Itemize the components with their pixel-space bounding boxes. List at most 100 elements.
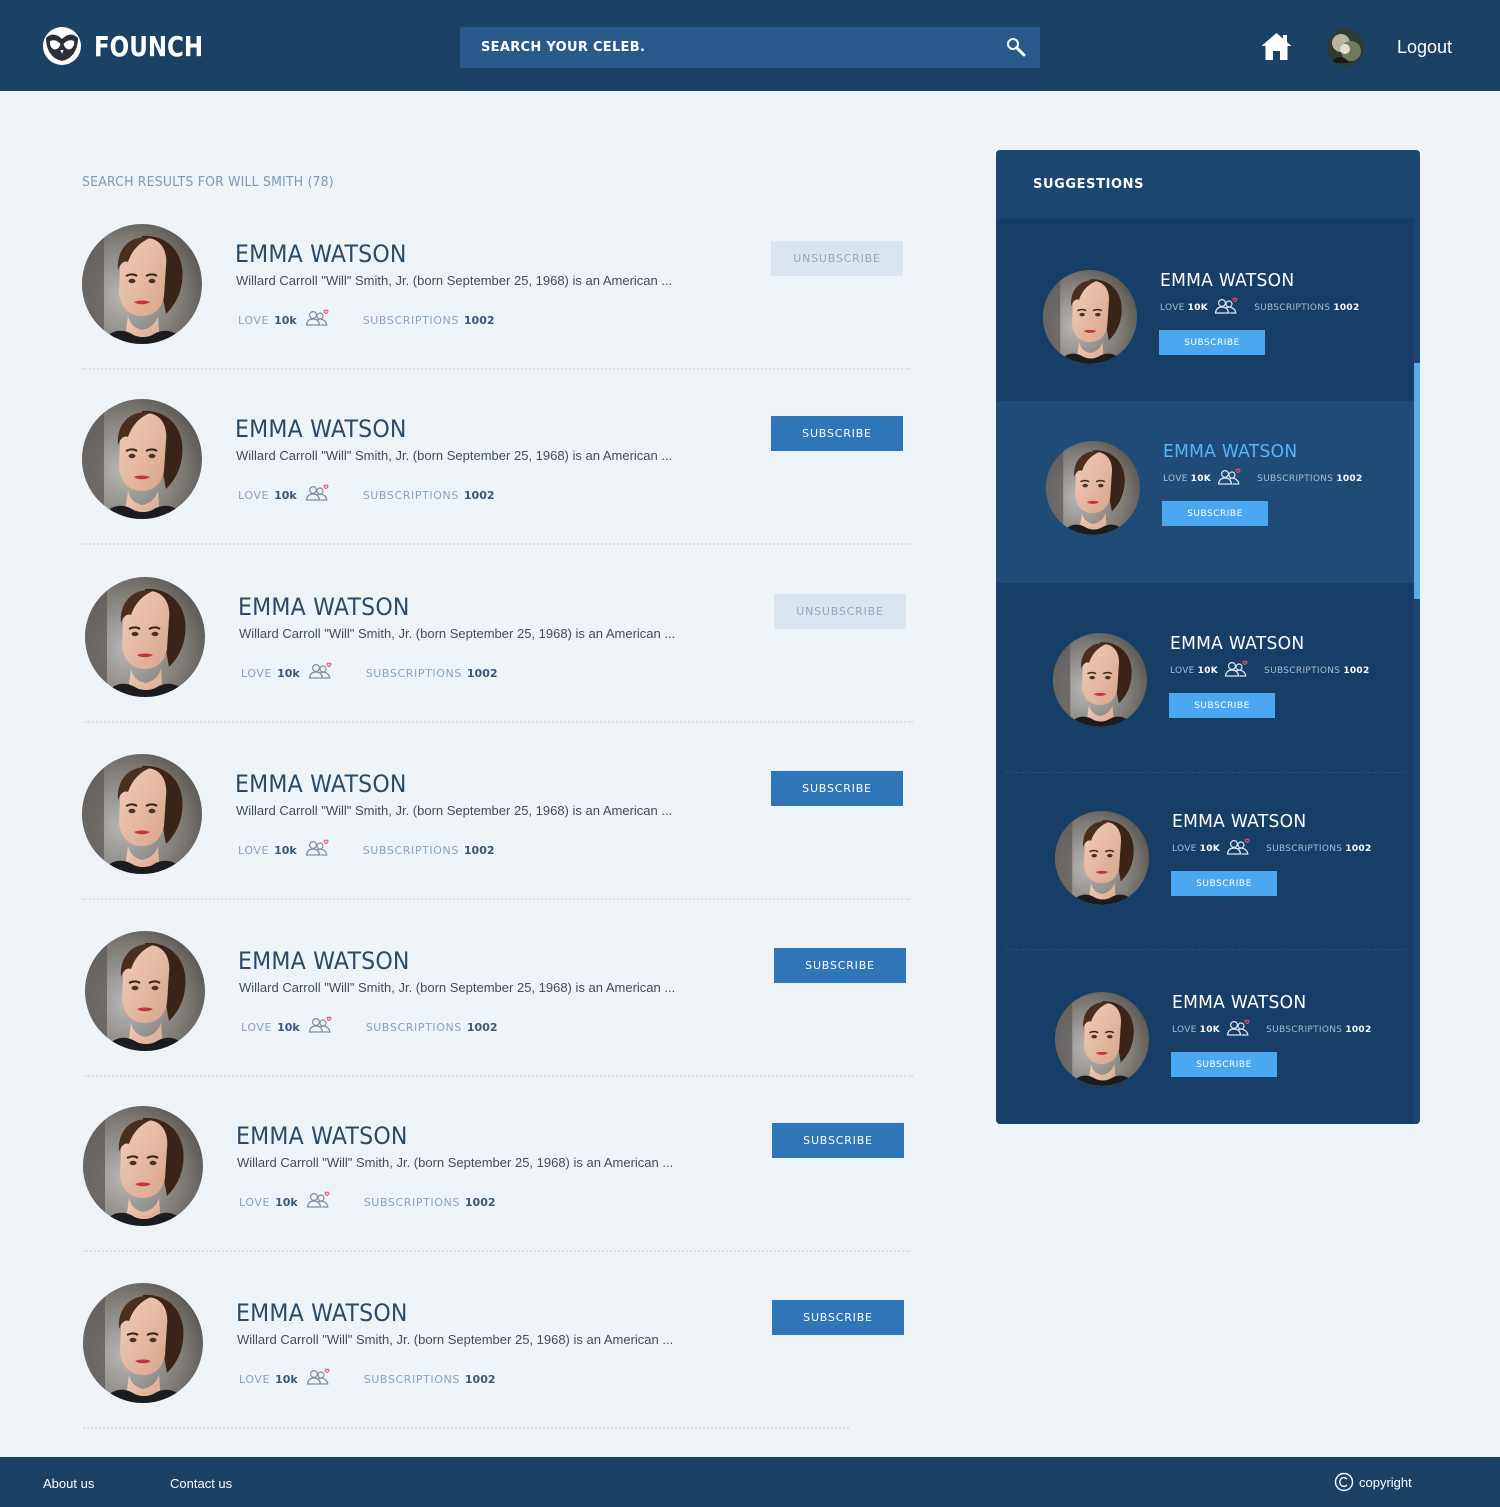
subscriptions-label: SUBSCRIPTIONS — [1266, 1025, 1343, 1035]
subscribe-button[interactable]: SUBSCRIBE — [772, 1123, 904, 1158]
suggestions-panel: SUGGESTIONS EMMA WATSON LOVE 10K SUBSCRI… — [996, 150, 1420, 1124]
celebrity-name[interactable]: EMMA WATSON — [235, 415, 407, 443]
subscriptions-label: SUBSCRIPTIONS — [1266, 844, 1343, 854]
celebrity-bio: Willard Carroll "Will" Smith, Jr. (born … — [236, 273, 673, 288]
suggestion-name[interactable]: EMMA WATSON — [1172, 992, 1306, 1013]
suggestion-card: EMMA WATSON LOVE 10K SUBSCRIPTIONS 1002 … — [996, 218, 1414, 401]
brand-logo[interactable]: FOUNCH — [42, 25, 227, 67]
subscribe-button[interactable]: SUBSCRIBE — [771, 416, 903, 451]
love-count: 10K — [1199, 1025, 1221, 1035]
result-stats: LOVE 10k SUBSCRIPTIONS 1002 — [239, 1373, 496, 1386]
love-count: 10K — [1190, 474, 1212, 484]
subscriptions-count: 1002 — [1336, 474, 1363, 484]
celebrity-photo[interactable] — [85, 931, 205, 1051]
subscriptions-count: 1002 — [464, 1373, 496, 1386]
suggestion-name[interactable]: EMMA WATSON — [1170, 633, 1304, 654]
people-heart-icon — [306, 1367, 330, 1385]
subscribe-button[interactable]: SUBSCRIBE — [771, 771, 903, 806]
suggestion-subscribe-button[interactable]: SUBSCRIBE — [1171, 1052, 1277, 1077]
suggestion-name[interactable]: EMMA WATSON — [1172, 811, 1306, 832]
people-heart-icon — [306, 1190, 330, 1208]
celebrity-photo[interactable] — [82, 224, 202, 344]
celebrity-photo[interactable] — [85, 577, 205, 697]
result-stats: LOVE 10k SUBSCRIPTIONS 1002 — [239, 1196, 496, 1209]
love-count: 10k — [275, 1373, 298, 1386]
suggestion-name[interactable]: EMMA WATSON — [1160, 270, 1294, 291]
suggestion-subscribe-button[interactable]: SUBSCRIBE — [1171, 871, 1277, 896]
subscriptions-count: 1002 — [464, 1196, 496, 1209]
subscribe-button[interactable]: SUBSCRIBE — [774, 948, 906, 983]
suggestion-photo[interactable] — [1053, 633, 1147, 727]
row-divider — [83, 1427, 849, 1429]
result-stats: LOVE 10k SUBSCRIPTIONS 1002 — [241, 1021, 498, 1034]
suggestion-card: EMMA WATSON LOVE 10K SUBSCRIPTIONS 1002 … — [996, 950, 1414, 1124]
row-divider — [82, 898, 910, 900]
love-label: LOVE — [241, 667, 273, 680]
love-count: 10k — [274, 314, 297, 327]
suggestion-photo[interactable] — [1055, 811, 1149, 905]
love-count: 10k — [277, 667, 300, 680]
subscriptions-label: SUBSCRIPTIONS — [362, 314, 459, 327]
brand-name: FOUNCH — [94, 29, 204, 63]
suggestion-subscribe-button[interactable]: SUBSCRIBE — [1169, 693, 1275, 718]
celebrity-photo[interactable] — [82, 754, 202, 874]
results-heading: SEARCH RESULTS FOR WILL SMITH (78) — [82, 175, 334, 190]
row-divider — [82, 368, 910, 370]
result-row: EMMA WATSON Willard Carroll "Will" Smith… — [82, 399, 912, 575]
celebrity-photo[interactable] — [83, 1106, 203, 1226]
people-heart-icon — [308, 661, 332, 679]
user-avatar[interactable] — [1327, 29, 1364, 66]
suggestion-photo[interactable] — [1046, 441, 1140, 535]
subscriptions-count: 1002 — [466, 1021, 498, 1034]
result-row: EMMA WATSON Willard Carroll "Will" Smith… — [85, 577, 915, 753]
suggestion-subscribe-button[interactable]: SUBSCRIBE — [1159, 330, 1265, 355]
scrollbar-thumb[interactable] — [1414, 363, 1420, 599]
suggestion-photo[interactable] — [1043, 270, 1137, 364]
search-input[interactable] — [460, 27, 980, 68]
love-count: 10k — [274, 489, 297, 502]
celebrity-name[interactable]: EMMA WATSON — [236, 1299, 408, 1327]
subscriptions-label: SUBSCRIPTIONS — [365, 667, 462, 680]
unsubscribe-button[interactable]: UNSUBSCRIBE — [774, 594, 906, 629]
unsubscribe-button[interactable]: UNSUBSCRIBE — [771, 241, 903, 276]
subscriptions-label: SUBSCRIPTIONS — [363, 1196, 460, 1209]
subscriptions-label: SUBSCRIPTIONS — [1254, 303, 1331, 313]
subscriptions-count: 1002 — [463, 314, 495, 327]
celebrity-name[interactable]: EMMA WATSON — [235, 240, 407, 268]
celebrity-name[interactable]: EMMA WATSON — [235, 770, 407, 798]
celebrity-name[interactable]: EMMA WATSON — [238, 947, 410, 975]
scrollbar-track[interactable] — [1414, 218, 1420, 1124]
love-label: LOVE — [238, 844, 270, 857]
search-icon[interactable] — [1006, 37, 1027, 58]
love-label: LOVE — [1170, 666, 1195, 676]
love-count: 10K — [1197, 666, 1219, 676]
about-link[interactable]: About us — [43, 1476, 94, 1491]
suggestion-photo[interactable] — [1055, 992, 1149, 1086]
love-count: 10k — [274, 844, 297, 857]
celebrity-photo[interactable] — [82, 399, 202, 519]
celebrity-name[interactable]: EMMA WATSON — [238, 593, 410, 621]
result-stats: LOVE 10k SUBSCRIPTIONS 1002 — [238, 844, 495, 857]
subscriptions-label: SUBSCRIPTIONS — [1264, 666, 1341, 676]
subscriptions-count: 1002 — [1333, 303, 1360, 313]
love-label: LOVE — [238, 489, 270, 502]
contact-link[interactable]: Contact us — [170, 1476, 232, 1491]
people-heart-icon — [308, 1015, 332, 1033]
subscriptions-count: 1002 — [1345, 844, 1372, 854]
love-label: LOVE — [239, 1196, 271, 1209]
home-icon[interactable] — [1260, 31, 1293, 62]
subscriptions-count: 1002 — [1345, 1025, 1372, 1035]
suggestion-subscribe-button[interactable]: SUBSCRIBE — [1162, 501, 1268, 526]
row-divider — [82, 543, 910, 545]
celebrity-bio: Willard Carroll "Will" Smith, Jr. (born … — [237, 1332, 674, 1347]
top-navbar: FOUNCH Logout — [0, 0, 1500, 91]
result-row: EMMA WATSON Willard Carroll "Will" Smith… — [83, 1106, 913, 1282]
copyright: copyright — [1334, 1472, 1412, 1492]
celebrity-bio: Willard Carroll "Will" Smith, Jr. (born … — [239, 980, 676, 995]
suggestion-name[interactable]: EMMA WATSON — [1163, 441, 1297, 462]
celebrity-photo[interactable] — [83, 1283, 203, 1403]
logout-link[interactable]: Logout — [1397, 37, 1452, 58]
celebrity-name[interactable]: EMMA WATSON — [236, 1122, 408, 1150]
people-heart-icon — [1217, 467, 1241, 485]
subscribe-button[interactable]: SUBSCRIBE — [772, 1300, 904, 1335]
